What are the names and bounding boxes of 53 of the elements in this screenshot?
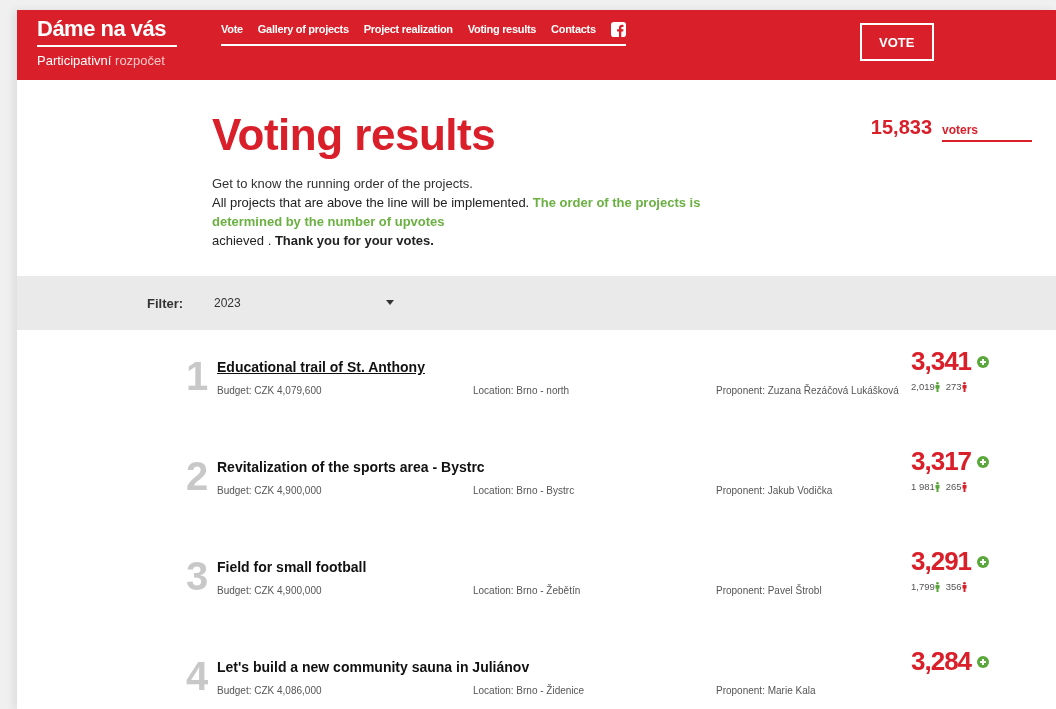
person-icon bbox=[934, 382, 940, 392]
person-icon bbox=[961, 482, 967, 492]
page-title: Voting results bbox=[212, 110, 497, 160]
nav-link[interactable]: Contacts bbox=[551, 23, 596, 35]
voters-count: 15,833 bbox=[870, 116, 932, 139]
budget-text: Budget: CZK 4,900,000 bbox=[217, 485, 323, 496]
caret-icon bbox=[386, 300, 394, 306]
project-title[interactable]: Field for small football bbox=[217, 559, 367, 575]
budget-text: Budget: CZK 4,900,000 bbox=[217, 585, 323, 596]
upvote-count: 1 981 bbox=[911, 481, 935, 492]
project-title[interactable]: Revitalization of the sports area - Bystrc bbox=[217, 459, 485, 475]
proponent-text: Proponent: Jakub Vodička bbox=[716, 485, 834, 496]
upvote-count: 2,019 bbox=[911, 381, 935, 392]
vote-count: 3,341 bbox=[911, 346, 972, 377]
location-text: Location: Brno - Žebětín bbox=[473, 585, 582, 596]
intro-text: Get to know the running order of the projects. bbox=[212, 175, 474, 193]
person-icon bbox=[961, 382, 967, 392]
vote-count: 3,284 bbox=[911, 646, 972, 677]
intro-text: All projects that are above the line will be implemented. The order of the projects is determined by the number of upvotes achieved . Thank you for your votes. bbox=[212, 194, 702, 250]
logo-subtitle: Participativní rozpočet bbox=[37, 52, 166, 68]
nav-link[interactable]: Voting results bbox=[467, 23, 537, 35]
proponent-text: Proponent: Marie Kala bbox=[716, 685, 817, 696]
nav-link[interactable]: Gallery of projects bbox=[257, 23, 349, 35]
location-text: Location: Brno - north bbox=[473, 385, 571, 396]
year-select[interactable]: 2023 bbox=[214, 296, 394, 310]
project-title[interactable]: Educational trail of St. Anthony bbox=[217, 359, 425, 375]
plus-circle-icon[interactable] bbox=[977, 455, 990, 468]
voters-link[interactable]: voters bbox=[942, 123, 1032, 142]
facebook-icon[interactable] bbox=[610, 21, 626, 37]
location-text: Location: Brno - Židenice bbox=[473, 685, 586, 696]
upvote-count: 1,799 bbox=[911, 581, 935, 592]
person-icon bbox=[934, 582, 940, 592]
proponent-text: Proponent: Pavel Štrobl bbox=[716, 585, 823, 596]
downvote-count: 356 bbox=[945, 581, 962, 592]
budget-text: Budget: CZK 4,079,600 bbox=[217, 385, 323, 396]
project-title[interactable]: Let's build a new community sauna in Juliánov bbox=[217, 659, 530, 675]
person-icon bbox=[961, 582, 967, 592]
vote-button[interactable]: VOTE bbox=[859, 23, 934, 61]
downvote-count: 273 bbox=[945, 381, 962, 392]
nav-link[interactable]: Vote bbox=[221, 23, 243, 35]
location-text: Location: Brno - Bystrc bbox=[473, 485, 576, 496]
logo-title[interactable]: Dáme na vás bbox=[37, 10, 177, 47]
downvote-count: 265 bbox=[945, 481, 962, 492]
plus-circle-icon[interactable] bbox=[977, 355, 990, 368]
filter-label: Filter: bbox=[147, 295, 185, 311]
plus-circle-icon[interactable] bbox=[977, 555, 990, 568]
person-icon bbox=[934, 482, 940, 492]
proponent-text: Proponent: Zuzana Řezáčová Lukášková bbox=[716, 385, 900, 396]
plus-circle-icon[interactable] bbox=[977, 655, 990, 668]
vote-count: 3,317 bbox=[911, 446, 972, 477]
nav-link[interactable]: Project realization bbox=[363, 23, 453, 35]
vote-count: 3,291 bbox=[911, 546, 972, 577]
budget-text: Budget: CZK 4,086,000 bbox=[217, 685, 323, 696]
